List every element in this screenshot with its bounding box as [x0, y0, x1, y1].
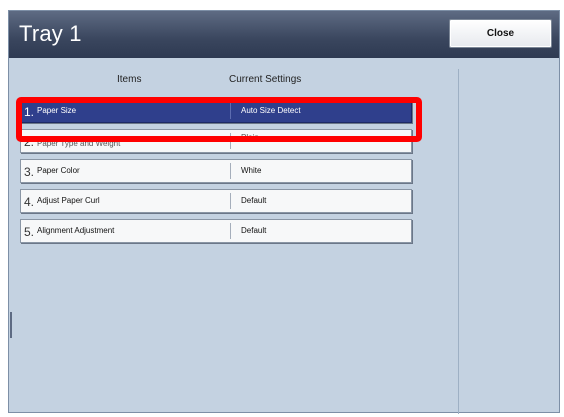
row-label: Paper Type and Weight — [37, 139, 121, 148]
row-number: 2. — [24, 135, 35, 149]
row-label: Adjust Paper Curl — [37, 196, 100, 205]
row-divider — [230, 223, 231, 239]
row-value: White — [241, 166, 262, 175]
row-value: Auto Size Detect — [241, 106, 301, 115]
row-value: Default — [241, 226, 267, 235]
row-value: Plain — [241, 133, 259, 142]
row-label: Paper Size — [37, 106, 77, 115]
settings-row-adjust-paper-curl[interactable]: 4. Adjust Paper Curl Default — [20, 189, 412, 213]
row-number: 3. — [24, 165, 35, 179]
page-title: Tray 1 — [19, 21, 82, 46]
settings-row-paper-type-weight[interactable]: 2. Paper Type and Weight Plain — [20, 129, 412, 153]
column-header-items: Items — [117, 74, 142, 85]
row-number: 1. — [24, 105, 35, 119]
row-number: 4. — [24, 195, 35, 209]
close-button[interactable]: Close — [449, 19, 552, 48]
row-divider — [230, 103, 231, 119]
title-bar: Tray 1 Close — [9, 11, 559, 58]
row-label: Alignment Adjustment — [37, 226, 115, 235]
row-divider — [230, 163, 231, 179]
scroll-edge-marker — [10, 312, 12, 338]
settings-row-paper-size[interactable]: 1. Paper Size Auto Size Detect — [20, 99, 412, 123]
settings-row-paper-color[interactable]: 3. Paper Color White — [20, 159, 412, 183]
row-divider — [230, 193, 231, 209]
tray-settings-screen: Tray 1 Close Items Current Settings 1. P… — [8, 10, 560, 414]
side-panel-divider — [458, 69, 459, 414]
row-label: Paper Color — [37, 166, 80, 175]
column-header-current-settings: Current Settings — [229, 74, 302, 85]
row-divider — [230, 133, 231, 149]
settings-row-alignment-adjustment[interactable]: 5. Alignment Adjustment Default — [20, 219, 412, 243]
row-number: 5. — [24, 225, 35, 239]
row-value: Default — [241, 196, 267, 205]
